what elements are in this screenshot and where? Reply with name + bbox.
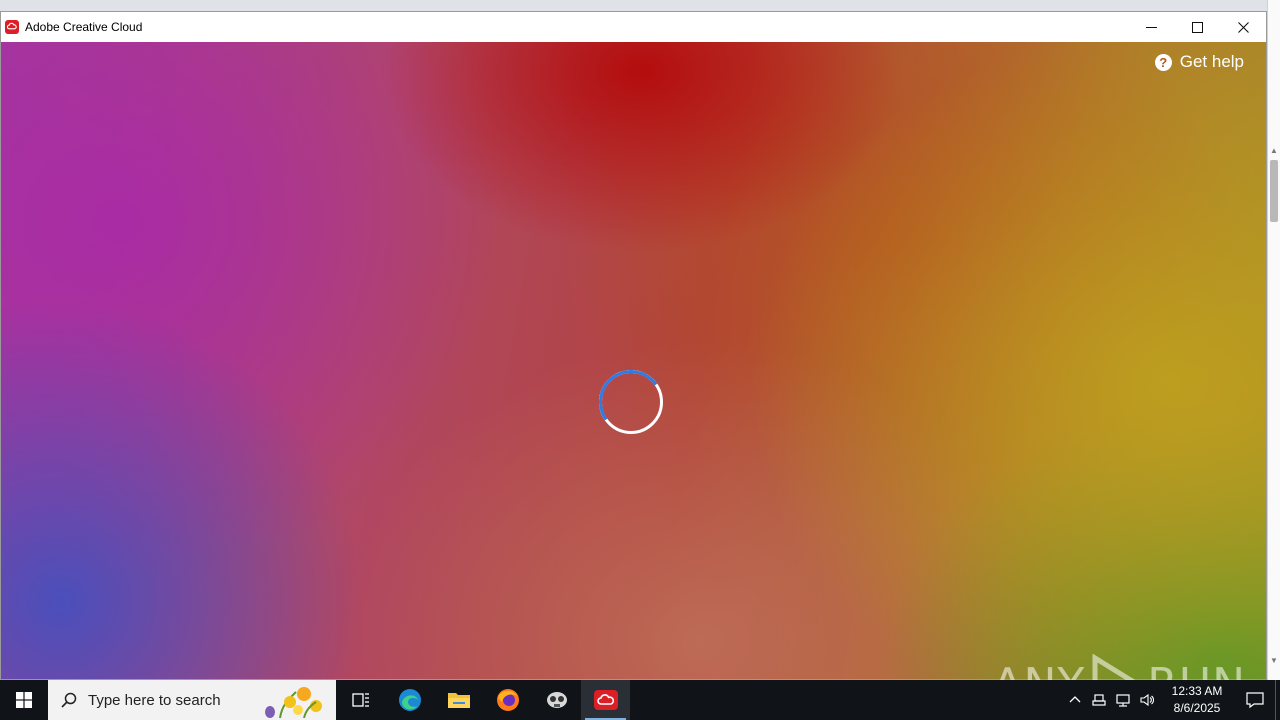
title-bar[interactable]: Adobe Creative Cloud [1, 12, 1266, 42]
background-scrollbar[interactable]: ▲ ▼ [1267, 0, 1280, 680]
close-icon [1237, 21, 1249, 33]
task-view-icon [351, 693, 369, 707]
scroll-up-icon[interactable]: ▲ [1270, 146, 1278, 155]
scrollbar-thumb[interactable] [1270, 160, 1278, 222]
maximize-icon [1191, 21, 1203, 33]
action-center-button[interactable] [1235, 680, 1275, 720]
taskbar-file-explorer[interactable] [434, 680, 483, 720]
task-view-button[interactable] [336, 680, 385, 720]
taskbar-creative-cloud[interactable] [581, 680, 630, 720]
search-icon [61, 692, 77, 708]
get-help-button[interactable]: ? Get help [1154, 52, 1244, 72]
tray-network-button[interactable] [1111, 680, 1135, 720]
maximize-button[interactable] [1174, 12, 1220, 42]
creative-cloud-icon [593, 690, 618, 710]
taskbar-firefox[interactable] [483, 680, 532, 720]
clock-date: 8/6/2025 [1173, 701, 1221, 715]
show-desktop-button[interactable] [1275, 680, 1280, 720]
window-title: Adobe Creative Cloud [25, 20, 143, 34]
taskbar-anyrun-agent[interactable] [532, 680, 581, 720]
notification-icon [1246, 692, 1264, 709]
anyrun-agent-icon [546, 692, 567, 708]
clock-time: 12:33 AM [1171, 684, 1223, 698]
tray-device-button[interactable] [1087, 680, 1111, 720]
taskbar-search-box[interactable]: Type here to search [48, 680, 336, 720]
volume-icon [1140, 693, 1154, 707]
scroll-down-icon[interactable]: ▼ [1270, 656, 1278, 665]
network-icon [1116, 694, 1130, 707]
start-button[interactable] [0, 680, 48, 720]
tray-volume-button[interactable] [1135, 680, 1159, 720]
system-tray: 12:33 AM 8/6/2025 [1063, 680, 1280, 720]
background-browser-sliver [0, 0, 1280, 11]
get-help-label: Get help [1179, 52, 1244, 71]
show-hidden-icons-button[interactable] [1063, 680, 1087, 720]
search-placeholder: Type here to search [88, 691, 221, 709]
creative-cloud-icon [5, 20, 19, 34]
window-controls [1128, 12, 1266, 42]
file-explorer-icon [447, 693, 470, 708]
edge-icon [398, 689, 421, 711]
windows-logo-icon [16, 692, 32, 708]
loading-spinner-arc [593, 364, 669, 440]
firefox-icon [496, 689, 519, 711]
question-icon: ? [1154, 53, 1172, 71]
chevron-up-icon [1069, 696, 1081, 703]
search-highlight-flowers-icon [265, 687, 322, 718]
taskbar-edge[interactable] [385, 680, 434, 720]
minimize-icon [1145, 26, 1157, 28]
close-button[interactable] [1220, 12, 1266, 42]
taskbar: Type here to search 12:33 AM 8/6/2025 [0, 680, 1280, 720]
taskbar-clock[interactable]: 12:33 AM 8/6/2025 [1163, 683, 1231, 717]
minimize-button[interactable] [1128, 12, 1174, 42]
usb-icon [1092, 694, 1106, 706]
creative-cloud-window: Adobe Creative Cloud ? Get help [0, 11, 1267, 680]
loading-screen: ? Get help [1, 42, 1266, 679]
